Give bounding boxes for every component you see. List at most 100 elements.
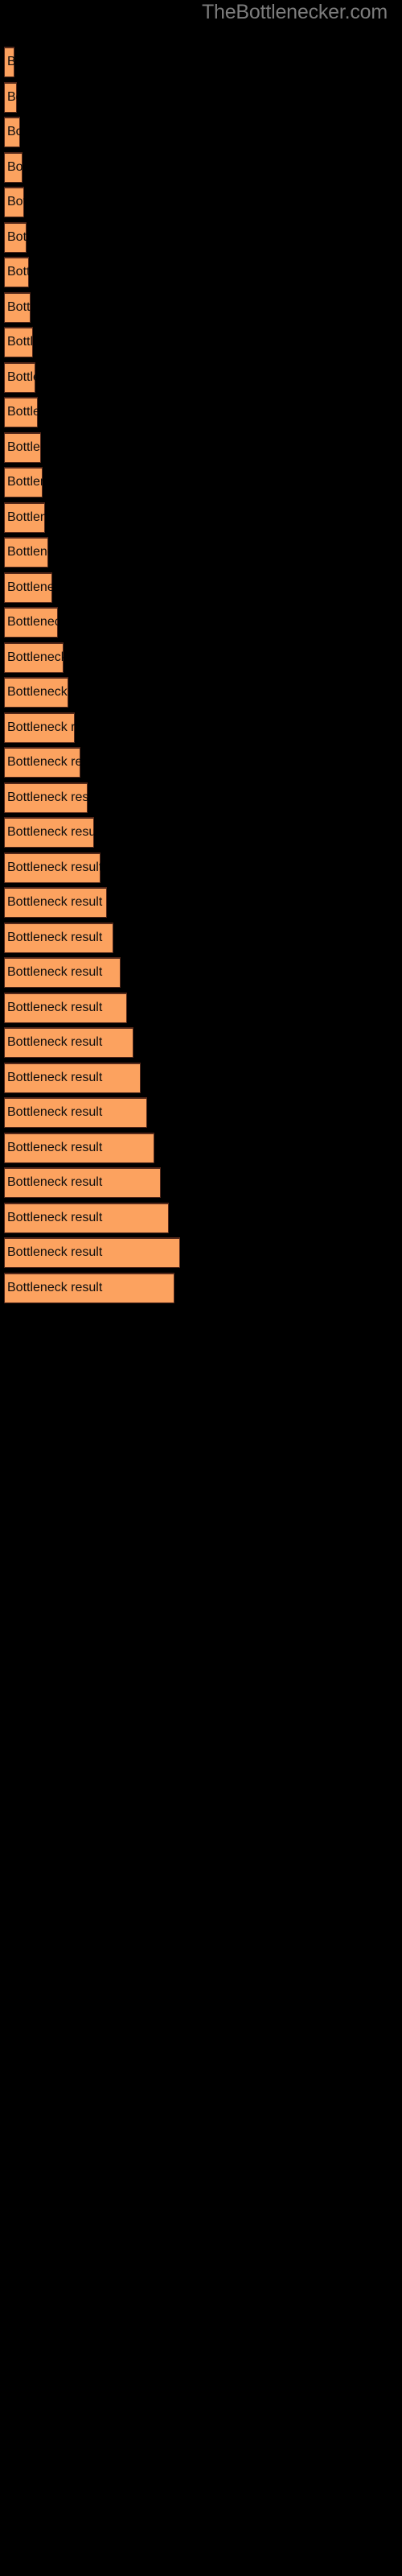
- bar-label-clip: Bottleneck result: [4, 642, 64, 673]
- bar-label-clip: Bottleneck result: [4, 362, 35, 393]
- bar-label: Bottleneck result: [7, 55, 14, 68]
- bar-row: Bottleneck result: [4, 957, 121, 988]
- bar-label-clip: Bottleneck result: [4, 152, 23, 183]
- bar-row: Bottleneck result: [4, 1237, 180, 1268]
- bar-row: Bottleneck result: [4, 747, 80, 778]
- bar-label-clip: Bottleneck result: [4, 327, 33, 357]
- bar-row: Bottleneck result: [4, 397, 38, 427]
- bar-label-clip: Bottleneck result: [4, 1237, 180, 1268]
- bar-label-clip: Bottleneck result: [4, 993, 127, 1023]
- bar-row: Bottleneck result: [4, 1097, 147, 1128]
- bar-label-clip: Bottleneck result: [4, 467, 43, 497]
- bar-row: Bottleneck result: [4, 361, 35, 393]
- bar-label-clip: Bottleneck result: [4, 747, 80, 778]
- bar-label: Bottleneck result: [7, 89, 17, 104]
- bar-row: Bottleneck result: [4, 992, 127, 1023]
- bar-label: Bottleneck result: [7, 1210, 103, 1224]
- bar-row: Bottleneck result: [4, 47, 14, 77]
- bar-label: Bottleneck result: [7, 825, 94, 839]
- bar-label: Bottleneck result: [7, 860, 100, 874]
- bar-row: Bottleneck result: [4, 887, 107, 918]
- bar-label-clip: Bottleneck result: [4, 782, 88, 813]
- bar-row: Bottleneck result: [4, 327, 33, 357]
- bar-row: Bottleneck result: [4, 712, 75, 743]
- bar-row: Bottleneck result: [4, 1167, 161, 1198]
- bar-label: Bottleneck result: [7, 1105, 103, 1119]
- bar-row: Bottleneck result: [4, 187, 24, 217]
- bar-label: Bottleneck result: [7, 895, 103, 909]
- bar-label: Bottleneck result: [7, 475, 43, 489]
- bar-label: Bottleneck result: [7, 755, 80, 769]
- bar-label: Bottleneck result: [7, 1175, 103, 1189]
- bar-label: Bottleneck result: [7, 299, 31, 314]
- bar-row: Bottleneck result: [4, 502, 45, 533]
- bar-row: Bottleneck result: [4, 642, 64, 673]
- bar-row: Bottleneck result: [4, 291, 31, 323]
- bar-row: Bottleneck result: [4, 782, 88, 813]
- bar-label: Bottleneck result: [7, 1280, 103, 1294]
- bar-label-clip: Bottleneck result: [4, 957, 121, 988]
- bar-row: Bottleneck result: [4, 257, 29, 287]
- bar-label-clip: Bottleneck result: [4, 82, 17, 113]
- bar-row: Bottleneck result: [4, 1132, 154, 1163]
- bar-label-clip: Bottleneck result: [4, 712, 75, 743]
- bar-label-clip: Bottleneck result: [4, 677, 68, 708]
- bar-label: Bottleneck result: [7, 965, 103, 979]
- bar-label-clip: Bottleneck result: [4, 1203, 169, 1233]
- bar-row: Bottleneck result: [4, 817, 94, 848]
- bar-label: Bottleneck result: [7, 650, 64, 664]
- bar-label-clip: Bottleneck result: [4, 187, 24, 217]
- bar-label-clip: Bottleneck result: [4, 572, 52, 603]
- bar-label: Bottleneck result: [7, 159, 23, 174]
- bar-label-clip: Bottleneck result: [4, 1273, 174, 1303]
- bar-row: Bottleneck result: [4, 1062, 141, 1093]
- bar-label: Bottleneck result: [7, 229, 27, 244]
- bar-label-clip: Bottleneck result: [4, 222, 27, 253]
- bar-label: Bottleneck result: [7, 125, 20, 138]
- bar-label-clip: Bottleneck result: [4, 1063, 141, 1093]
- bar-row: Bottleneck result: [4, 117, 20, 147]
- bar-label-clip: Bottleneck result: [4, 923, 113, 953]
- bar-row: Bottleneck result: [4, 922, 113, 953]
- bar-label-clip: Bottleneck result: [4, 607, 58, 638]
- bar-label: Bottleneck result: [7, 545, 48, 559]
- bar-row: Bottleneck result: [4, 221, 27, 253]
- bar-label-clip: Bottleneck result: [4, 1027, 133, 1058]
- bar-label: Bottleneck result: [7, 685, 68, 699]
- bar-label-clip: Bottleneck result: [4, 257, 29, 287]
- bar-label-clip: Bottleneck result: [4, 852, 100, 883]
- bar-label: Bottleneck result: [7, 369, 35, 384]
- bar-label: Bottleneck result: [7, 265, 29, 279]
- bar-row: Bottleneck result: [4, 1272, 174, 1303]
- bar-label-clip: Bottleneck result: [4, 887, 107, 918]
- bar-label-clip: Bottleneck result: [4, 432, 41, 463]
- bar-label-clip: Bottleneck result: [4, 1133, 154, 1163]
- bar-label: Bottleneck result: [7, 1245, 103, 1259]
- bar-label: Bottleneck result: [7, 1000, 103, 1014]
- bar-row: Bottleneck result: [4, 431, 41, 463]
- bar-label-clip: Bottleneck result: [4, 1097, 147, 1128]
- bar-label-clip: Bottleneck result: [4, 817, 94, 848]
- bar-row: Bottleneck result: [4, 677, 68, 708]
- bar-label: Bottleneck result: [7, 405, 38, 419]
- bar-label: Bottleneck result: [7, 615, 58, 629]
- bar-label: Bottleneck result: [7, 580, 52, 594]
- bar-row: Bottleneck result: [4, 572, 52, 603]
- bar-row: Bottleneck result: [4, 81, 17, 113]
- bar-label-clip: Bottleneck result: [4, 397, 38, 427]
- bar-label: Bottleneck result: [7, 195, 24, 208]
- bottleneck-bar-chart: Bottleneck result Bottleneck result Bottle…: [0, 0, 402, 2576]
- bar-label-clip: Bottleneck result: [4, 47, 14, 77]
- bar-row: Bottleneck result: [4, 1202, 169, 1233]
- bar-label-clip: Bottleneck result: [4, 292, 31, 323]
- bar-label: Bottleneck result: [7, 930, 103, 944]
- bar-row: Bottleneck result: [4, 467, 43, 497]
- bar-label: Bottleneck result: [7, 1070, 103, 1084]
- bar-row: Bottleneck result: [4, 151, 23, 183]
- bar-label: Bottleneck result: [7, 510, 45, 524]
- bar-label: Bottleneck result: [7, 1140, 103, 1154]
- bar-row: Bottleneck result: [4, 537, 48, 568]
- bar-label-clip: Bottleneck result: [4, 502, 45, 533]
- bar-label-clip: Bottleneck result: [4, 117, 20, 147]
- bar-label: Bottleneck result: [7, 790, 88, 804]
